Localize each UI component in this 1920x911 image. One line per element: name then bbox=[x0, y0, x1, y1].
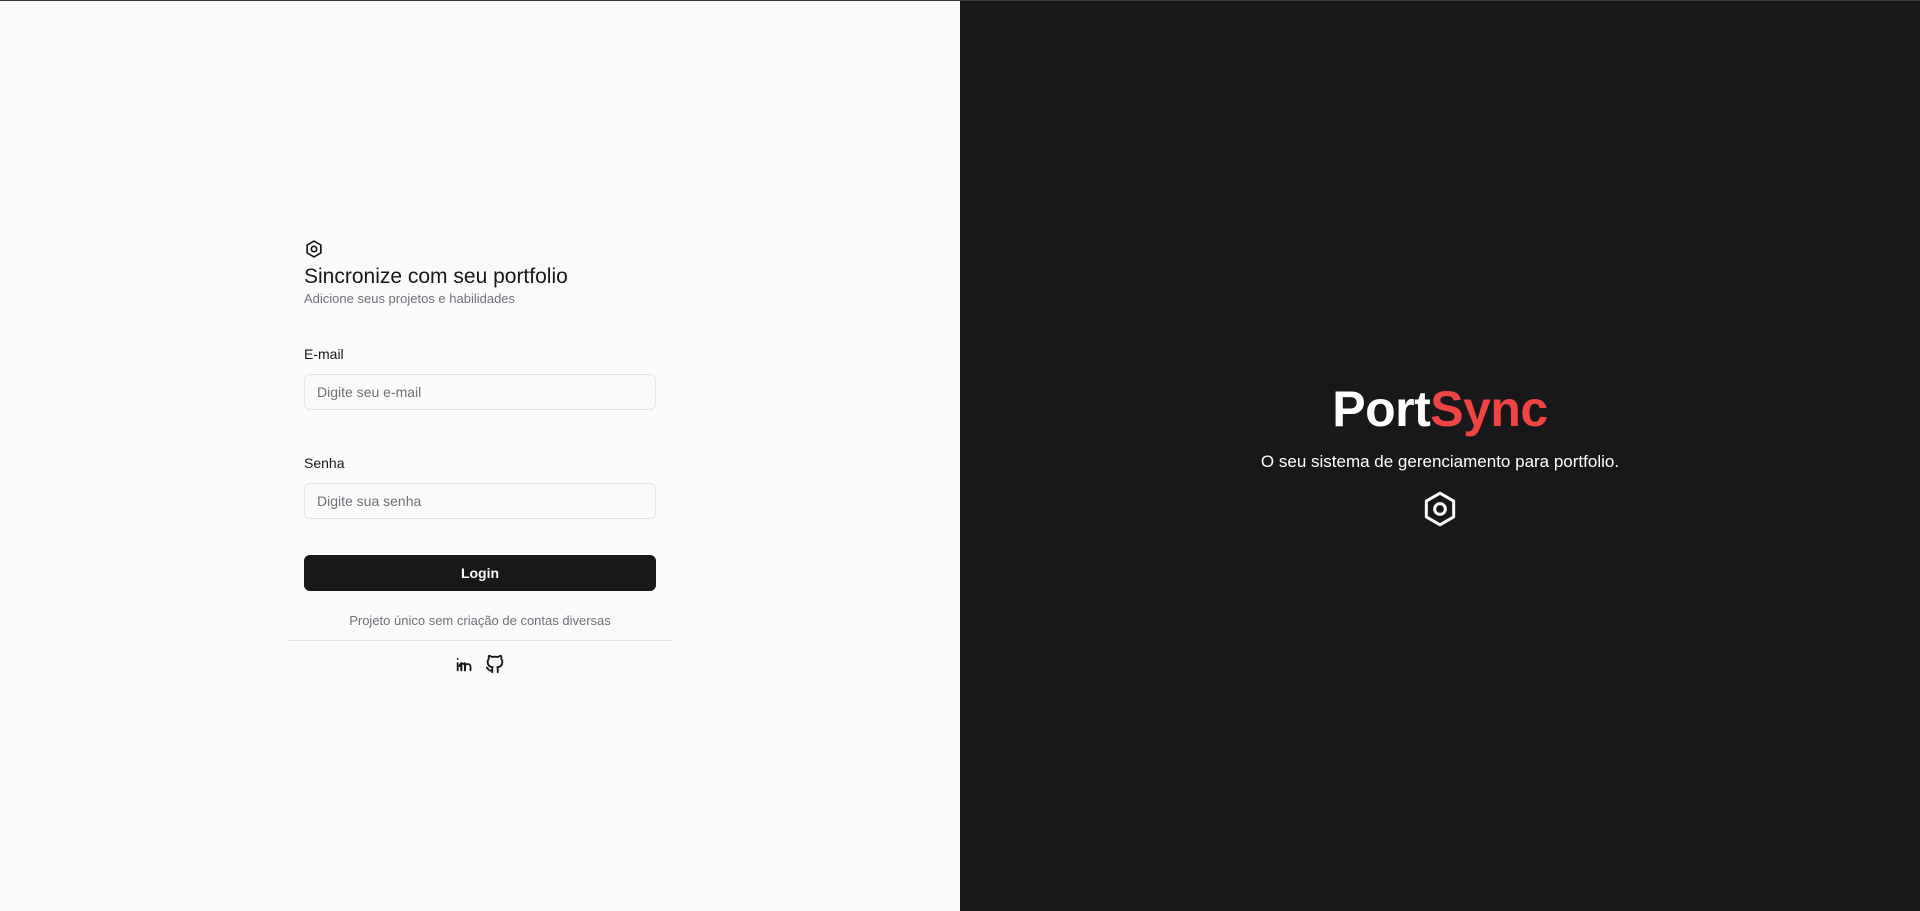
brand-part-1: Port bbox=[1332, 381, 1431, 437]
login-button[interactable]: Login bbox=[304, 555, 656, 591]
linkedin-link[interactable] bbox=[454, 653, 476, 675]
brand-part-2: Sync bbox=[1430, 381, 1548, 437]
linkedin-icon bbox=[454, 653, 476, 675]
github-link[interactable] bbox=[484, 653, 506, 675]
footer-note: Projeto único sem criação de contas dive… bbox=[349, 613, 611, 628]
password-field[interactable] bbox=[304, 483, 656, 519]
page-subtitle: Adicione seus projetos e habilidades bbox=[304, 291, 516, 306]
hero-tagline: O seu sistema de gerenciamento para port… bbox=[1260, 452, 1620, 471]
password-label: Senha bbox=[304, 455, 345, 471]
login-panel: Sincronize com seu portfolio Adicione se… bbox=[0, 1, 960, 911]
hero-panel: PortSync O seu sistema de gerenciamento … bbox=[960, 1, 1920, 911]
social-links bbox=[454, 653, 506, 675]
brand-logo-text: PortSync bbox=[960, 379, 1920, 439]
divider bbox=[288, 640, 672, 641]
email-field[interactable] bbox=[304, 374, 656, 410]
hexagon-nut-icon bbox=[1420, 489, 1460, 529]
email-label: E-mail bbox=[304, 346, 344, 362]
hexagon-nut-icon bbox=[304, 239, 324, 259]
github-icon bbox=[484, 653, 506, 675]
login-form: Sincronize com seu portfolio Adicione se… bbox=[304, 239, 656, 591]
page-title: Sincronize com seu portfolio bbox=[304, 265, 568, 288]
